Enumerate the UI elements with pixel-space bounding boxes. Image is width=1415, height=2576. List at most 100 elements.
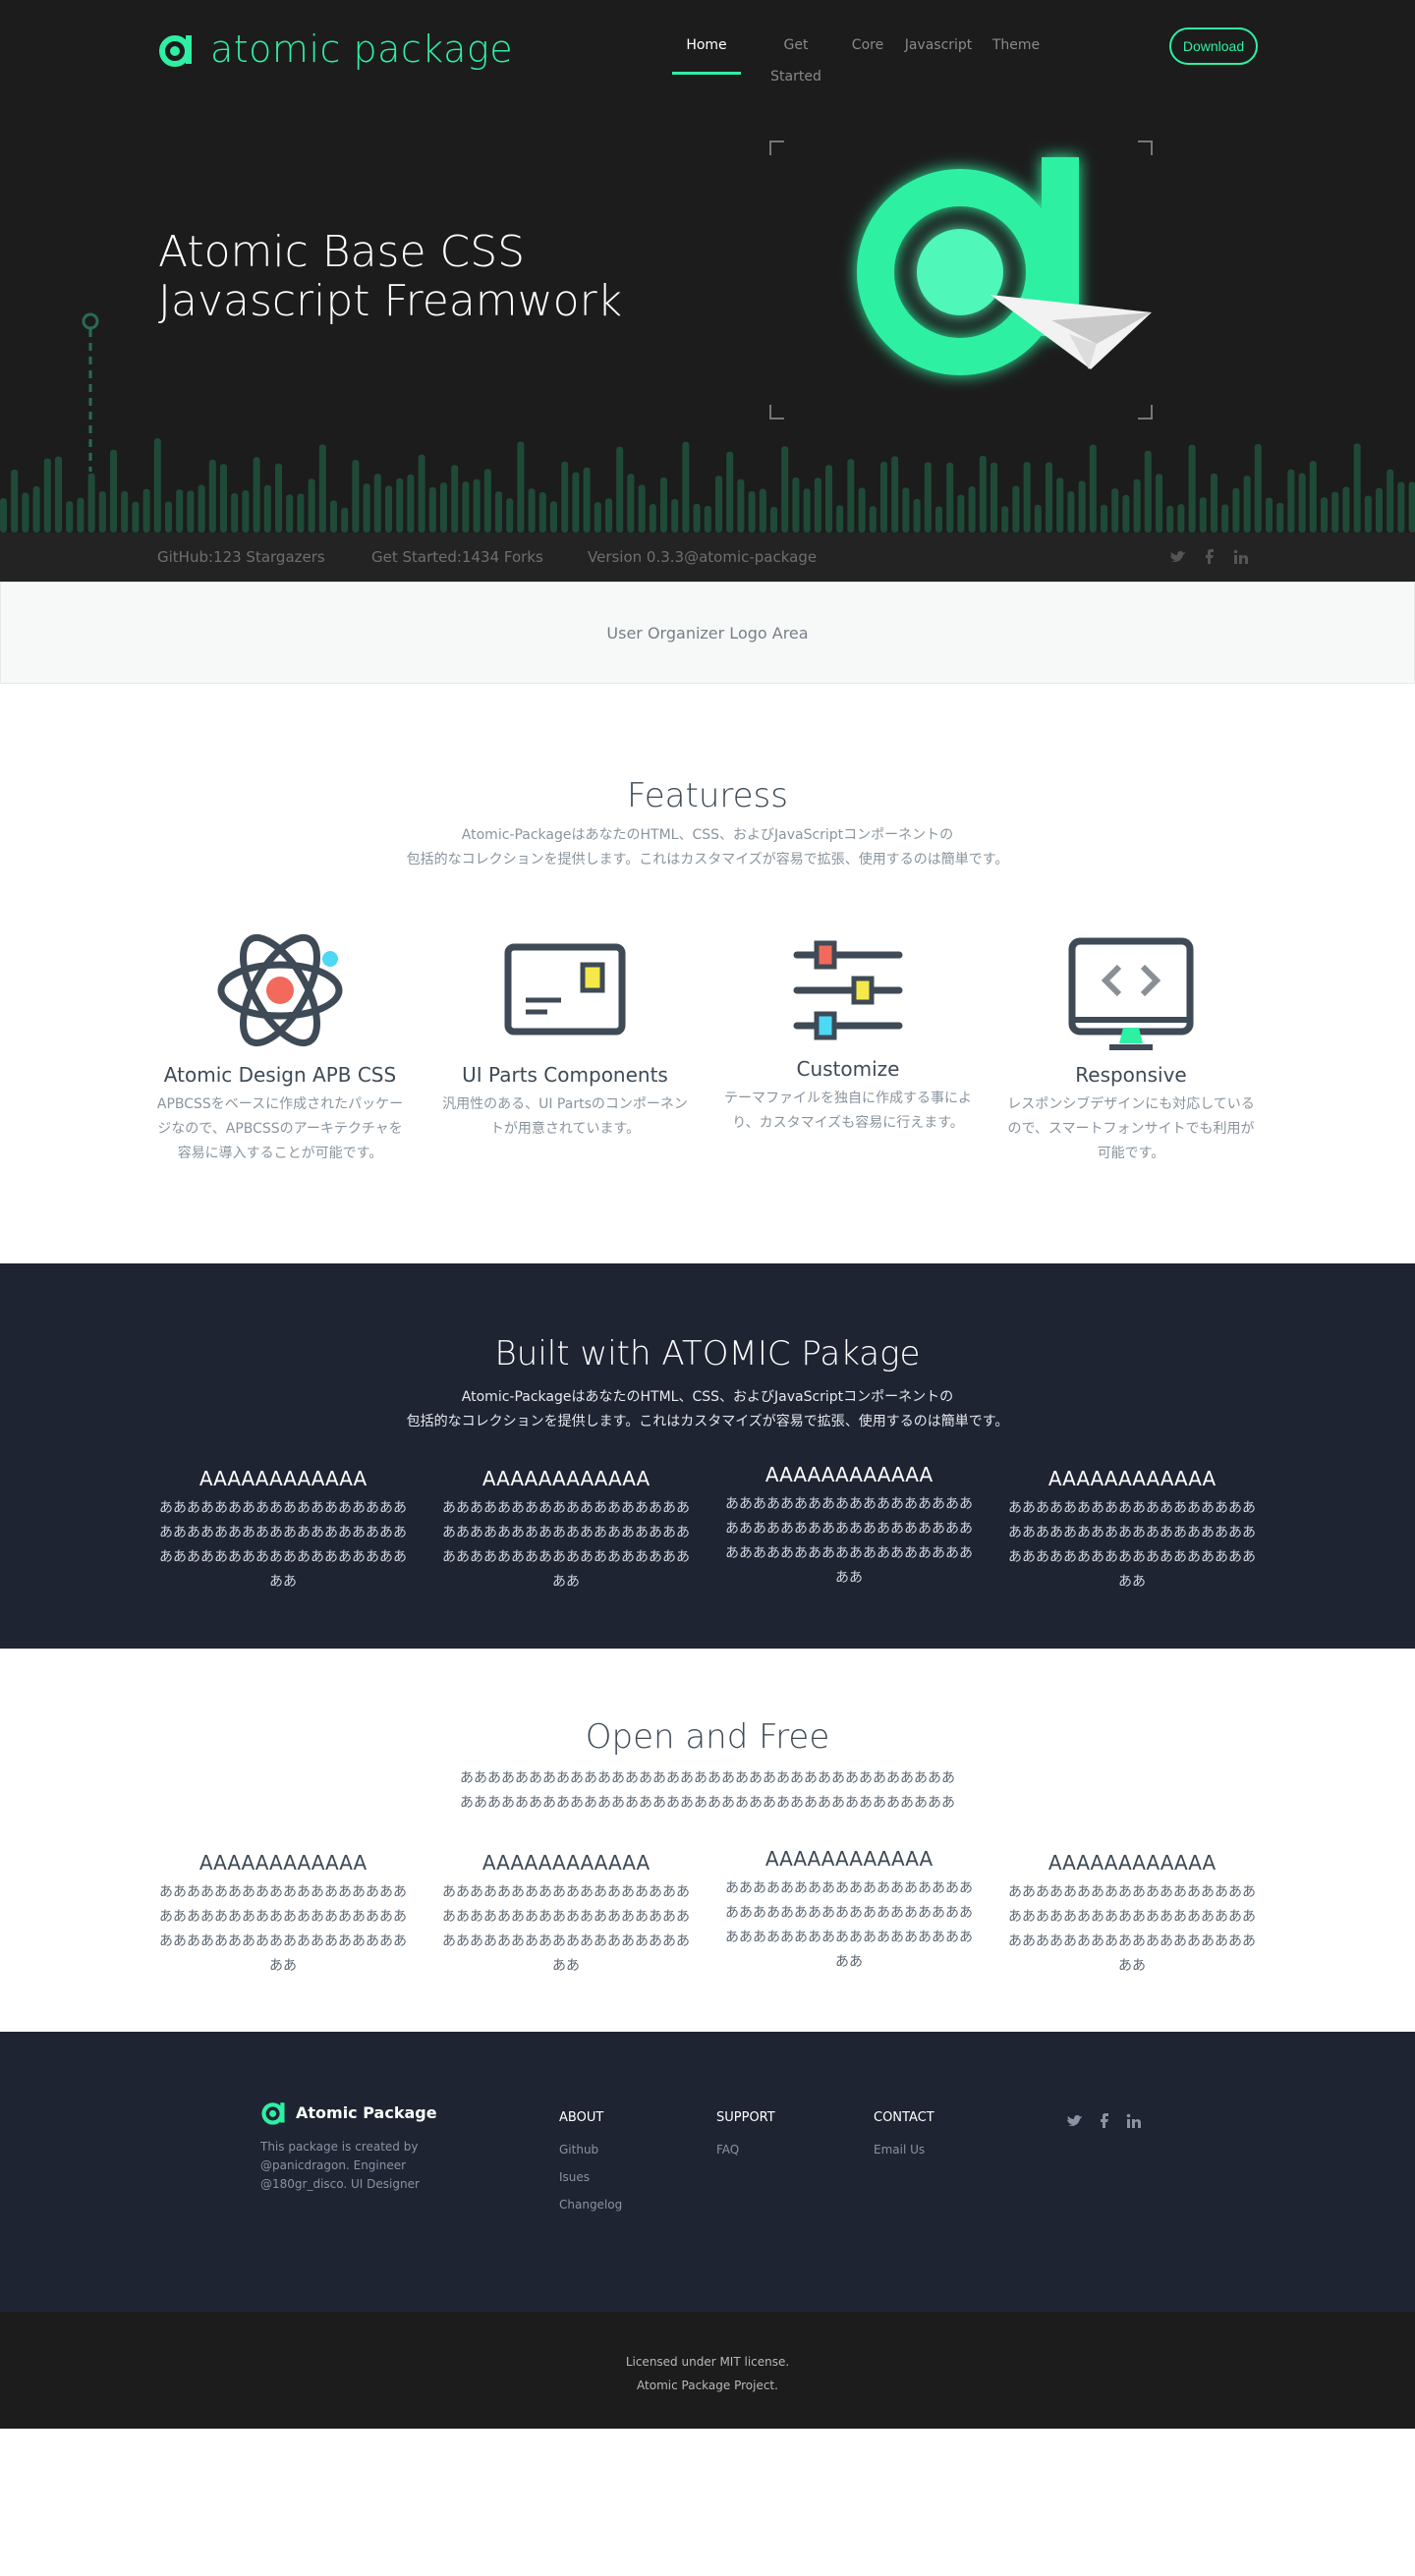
equalizer-bar xyxy=(1144,450,1152,532)
equalizer-bar xyxy=(847,459,855,532)
equalizer-bar xyxy=(1078,480,1086,532)
equalizer-bar xyxy=(330,500,337,532)
feature-card: Customize テーマファイルを独自に作成する事により、カスタマイズも容易に… xyxy=(722,922,974,1136)
equalizer-bar xyxy=(98,491,106,532)
nav-get-started[interactable]: Get Started xyxy=(766,29,825,84)
equalizer-bar xyxy=(77,497,85,532)
stats-bar: GitHub:123 Stargazers Get Started:1434 F… xyxy=(0,532,1415,582)
download-button[interactable]: Download xyxy=(1169,28,1258,65)
open-title: Open and Free xyxy=(585,1717,830,1757)
equalizer-bar xyxy=(153,438,161,532)
linkedin-icon[interactable] xyxy=(1232,548,1250,566)
equalizer-bar xyxy=(253,457,260,532)
equalizer-bar xyxy=(649,504,656,532)
equalizer-bar xyxy=(1321,497,1328,532)
feature-text: APBCSSをベースに作成されたパッケージなので、APBCSSのアーキテクチャを… xyxy=(156,1096,404,1161)
equalizer-bar xyxy=(506,498,514,532)
footer-link-faq[interactable]: FAQ xyxy=(716,2143,775,2156)
feature-card: Responsive レスポンシブデザインにも対応しているので、スマートフォンサ… xyxy=(1005,922,1257,1166)
equalizer-bar xyxy=(715,476,722,532)
equalizer-bar xyxy=(891,456,899,532)
equalizer-bar xyxy=(627,474,635,532)
equalizer-bar xyxy=(836,505,844,532)
equalizer-bar xyxy=(671,498,679,532)
main-nav: Home Get Started Core Javascript Theme xyxy=(672,29,1046,84)
twitter-icon[interactable] xyxy=(1066,2112,1084,2130)
equalizer-bar xyxy=(1276,502,1284,532)
features-desc: Atomic-PackageはあなたのHTML、CSS、およびJavaScrip… xyxy=(0,823,1415,872)
equalizer-bar xyxy=(935,506,942,532)
equalizer-bar xyxy=(572,472,580,532)
equalizer-bar xyxy=(1254,444,1262,532)
footer-link-changelog[interactable]: Changelog xyxy=(559,2198,622,2212)
equalizer-bar xyxy=(770,506,777,532)
equalizer-bar xyxy=(869,506,877,532)
open-desc-line2: ああああああああああああああああああああああああああああああああああああ xyxy=(460,1795,955,1811)
facebook-icon[interactable] xyxy=(1096,2112,1113,2130)
footer-desc-line3: @180gr_disco. UI Designer xyxy=(260,2177,420,2191)
footer-link-email[interactable]: Email Us xyxy=(874,2143,934,2156)
footer-link-github[interactable]: Github xyxy=(559,2143,622,2156)
equalizer-bar xyxy=(208,459,216,532)
built-item-text: ああああああああああああああああああああああああああああああああああああああああ… xyxy=(159,1500,407,1590)
equalizer-bar xyxy=(759,488,766,532)
equalizer-bar xyxy=(55,456,62,532)
stat-github[interactable]: GitHub:123 Stargazers xyxy=(157,532,325,582)
built-item: AAAAAAAAAAAA あああああああああああああああああああああああああああ… xyxy=(440,1465,692,1595)
feature-card: Atomic Design APB CSS APBCSSをベースに作成されたパッ… xyxy=(154,922,406,1166)
open-item-title: AAAAAAAAAAAA xyxy=(481,1851,651,1875)
equalizer-bars xyxy=(0,438,1415,532)
nav-core[interactable]: Core xyxy=(845,29,890,75)
built-item: AAAAAAAAAAAA あああああああああああああああああああああああああああ… xyxy=(1006,1465,1258,1595)
equalizer-bar xyxy=(1376,487,1383,532)
built-item-text: ああああああああああああああああああああああああああああああああああああああああ… xyxy=(1008,1500,1256,1590)
equalizer-bar xyxy=(1232,487,1240,532)
footer-col-support: SUPPORT FAQ xyxy=(716,2110,775,2170)
equalizer-bar xyxy=(792,477,800,532)
stat-version[interactable]: Version 0.3.3@atomic-package xyxy=(588,532,817,582)
built-item-text: ああああああああああああああああああああああああああああああああああああああああ… xyxy=(442,1500,690,1590)
equalizer-bar xyxy=(1364,495,1372,532)
stat-forks[interactable]: Get Started:1434 Forks xyxy=(371,532,543,582)
equalizer-bar xyxy=(11,470,19,532)
equalizer-bar xyxy=(263,484,271,532)
equalizer-bar xyxy=(483,469,491,532)
linkedin-icon[interactable] xyxy=(1125,2112,1143,2130)
equalizer-bar xyxy=(275,463,282,532)
equalizer-bar xyxy=(1243,476,1251,532)
equalizer-bar xyxy=(66,501,74,532)
nav-javascript[interactable]: Javascript xyxy=(904,29,973,75)
footer-brand[interactable]: Atomic Package xyxy=(260,2099,437,2126)
equalizer-bar xyxy=(32,485,40,532)
open-item-text: ああああああああああああああああああああああああああああああああああああああああ… xyxy=(442,1884,690,1974)
footer-desc-line2: @panicdragon. Engineer xyxy=(260,2158,407,2172)
feature-title: Atomic Design APB CSS xyxy=(163,1063,397,1087)
sliders-icon xyxy=(793,940,903,1040)
footer-col-contact: CONTACT Email Us xyxy=(874,2110,934,2170)
feature-title: Customize xyxy=(796,1057,900,1081)
nav-theme[interactable]: Theme xyxy=(987,29,1046,75)
open-item-text: ああああああああああああああああああああああああああああああああああああああああ… xyxy=(725,1880,973,1970)
equalizer-bar xyxy=(1156,474,1162,532)
facebook-icon[interactable] xyxy=(1201,548,1218,566)
built-item-title: AAAAAAAAAAAA xyxy=(764,1463,934,1486)
feature-text: レスポンシブデザインにも対応しているので、スマートフォンサイトでも利用が可能です… xyxy=(1007,1096,1255,1161)
equalizer-bar xyxy=(87,473,95,532)
equalizer-bar xyxy=(473,478,481,532)
feature-text: 汎用性のある、UI Partsのコンポーネントが用意されています。 xyxy=(442,1096,688,1137)
equalizer-bar xyxy=(132,501,140,532)
footer-link-issues[interactable]: Isues xyxy=(559,2170,622,2184)
nav-home[interactable]: Home xyxy=(672,29,741,75)
footer-brand-name: Atomic Package xyxy=(296,2102,437,2122)
equalizer-bar xyxy=(1408,481,1415,532)
brand-logo[interactable]: atomic package xyxy=(157,29,513,69)
equalizer-bar xyxy=(990,462,997,532)
atomic-logo-icon xyxy=(261,2102,285,2125)
twitter-icon[interactable] xyxy=(1169,548,1187,566)
footer-desc-line1: This package is created by xyxy=(260,2140,419,2154)
stat-social xyxy=(1169,548,1250,566)
equalizer-bar xyxy=(1056,477,1064,532)
open-item-text: ああああああああああああああああああああああああああああああああああああああああ… xyxy=(159,1884,407,1974)
equalizer-bar xyxy=(1387,469,1394,532)
equalizer-bar xyxy=(1046,462,1052,532)
